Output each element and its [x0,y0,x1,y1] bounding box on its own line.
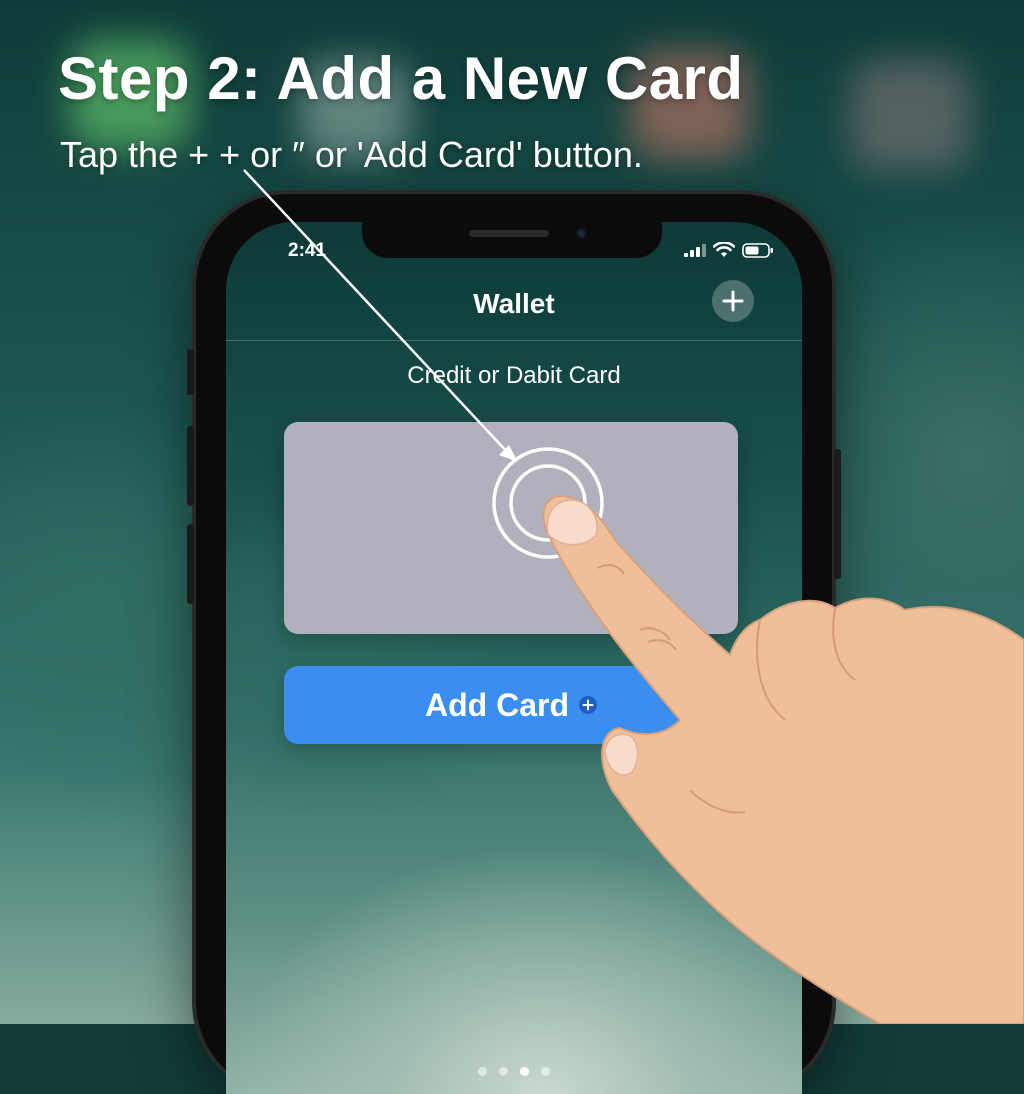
front-camera [576,228,587,239]
blurred-app-icon [850,60,970,170]
page-dot [541,1067,550,1076]
page-dot [478,1067,487,1076]
tutorial-instruction: Tap the + + or ″ or 'Add Card' button. [60,134,643,175]
plus-icon [722,290,744,312]
battery-icon [742,242,773,258]
notch [362,222,662,258]
wifi-icon [713,242,735,257]
signal-icon [684,244,706,257]
nav-divider [226,340,802,341]
page-indicator [226,1067,802,1076]
status-time: 2:41 [288,240,327,261]
card-placeholder[interactable] [284,422,738,634]
plus-circle-icon [579,696,597,714]
volume-up-button [187,426,194,506]
page-dot-active [520,1067,529,1076]
power-button [834,449,841,579]
mute-switch [187,349,194,395]
page-dot [499,1067,508,1076]
add-pass-button[interactable] [712,280,754,322]
tutorial-heading: Step 2: Add a New Card [58,45,744,112]
section-label: Credit or Dabit Card [407,362,621,389]
status-icons [684,242,774,258]
add-card-button[interactable]: Add Card [284,666,738,744]
phone-screen: 2:41 Wallet Credit or Dabit Card Add Car… [226,222,802,1094]
volume-down-button [187,524,194,604]
earpiece-speaker [469,230,549,237]
phone-frame: 2:41 Wallet Credit or Dabit Card Add Car… [187,194,841,1094]
add-card-label: Add Card [425,686,569,723]
